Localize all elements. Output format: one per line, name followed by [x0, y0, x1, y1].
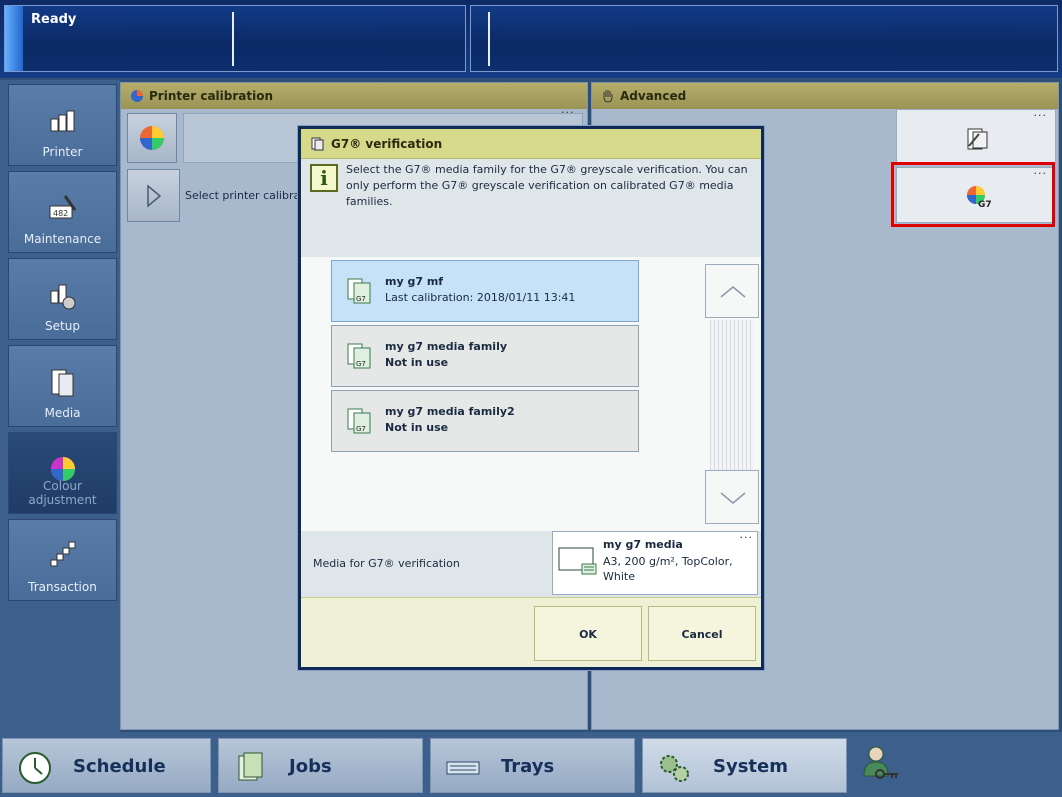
media-selector[interactable]: ... my g7 media A3, 200 g/m², TopColor, … — [552, 528, 758, 595]
g7-verification-dialog: G7® verification i Select the G7® media … — [298, 126, 764, 670]
tab-system[interactable]: System — [642, 738, 847, 793]
trays-icon — [446, 761, 480, 775]
select-calibration-text: Select printer calibratio — [185, 189, 315, 202]
more-options-dots[interactable]: ... — [1034, 106, 1048, 119]
nav-transaction-label: Transaction — [28, 580, 97, 594]
tab-system-label: System — [713, 756, 788, 777]
cancel-button[interactable]: Cancel — [648, 606, 756, 661]
info-icon: i — [310, 164, 338, 192]
nav-setup-label: Setup — [45, 319, 80, 333]
media-detail: A3, 200 g/m², TopColor, White — [603, 555, 733, 583]
media-family-icon — [311, 137, 324, 151]
svg-text:G7: G7 — [356, 360, 366, 368]
tab-schedule[interactable]: Schedule — [2, 738, 211, 793]
nav-printer[interactable]: Printer — [8, 84, 117, 166]
setup-icon — [50, 284, 76, 310]
transaction-icon — [50, 541, 76, 567]
status-text: Ready — [31, 12, 77, 27]
media-label: Media for G7® verification — [313, 557, 460, 570]
g7-media-family-icon: G7 — [347, 343, 371, 369]
user-key-button[interactable] — [862, 744, 902, 784]
advanced-header: Advanced — [592, 83, 1058, 109]
colour-wheel-icon — [140, 126, 164, 150]
tab-trays-label: Trays — [501, 756, 555, 777]
g7-media-family-icon: G7 — [347, 408, 371, 434]
tab-trays[interactable]: Trays — [430, 738, 635, 793]
g7-media-family-icon: G7 — [347, 278, 371, 304]
colour-wheel-icon — [131, 90, 143, 102]
media-sheet-icon — [558, 547, 597, 575]
list-item[interactable]: G7 my g7 media family Not in use — [331, 325, 639, 387]
nav-colour-adjustment[interactable]: Colour adjustment — [8, 432, 117, 514]
nav-maintenance[interactable]: 482 Maintenance — [8, 171, 117, 253]
printer-icon — [50, 110, 75, 132]
nav-transaction[interactable]: Transaction — [8, 519, 117, 601]
status-separator — [232, 12, 234, 66]
status-accent — [5, 6, 23, 71]
svg-text:G7: G7 — [356, 295, 366, 303]
nav-setup[interactable]: Setup — [8, 258, 117, 340]
scroll-up-button[interactable] — [705, 264, 759, 318]
tab-jobs-label: Jobs — [289, 756, 332, 777]
edit-profile-button[interactable]: ... — [896, 106, 1056, 165]
svg-text:482: 482 — [53, 209, 68, 218]
item-name: my g7 media family2 — [385, 405, 515, 418]
hand-icon — [603, 90, 613, 103]
jobs-icon — [238, 752, 263, 781]
info-text: Select the G7® media family for the G7® … — [346, 163, 748, 208]
item-detail: Not in use — [385, 421, 449, 434]
gears-icon — [660, 755, 689, 782]
list-item[interactable]: G7 my g7 mf Last calibration: 2018/01/11… — [331, 260, 639, 322]
dialog-title: G7® verification — [331, 137, 443, 151]
item-detail: Last calibration: 2018/01/11 13:41 — [385, 291, 576, 304]
scroll-track[interactable] — [710, 320, 754, 470]
chevron-right-icon — [147, 184, 162, 208]
chevron-down-icon — [720, 492, 746, 504]
more-options-dots[interactable]: ... — [740, 528, 754, 541]
printer-calibration-title: Printer calibration — [149, 89, 274, 103]
ok-button[interactable]: OK — [534, 606, 642, 661]
clock-icon — [19, 752, 51, 784]
message-separator — [488, 12, 490, 66]
user-key-icon — [863, 746, 898, 779]
nav-media[interactable]: Media — [8, 345, 117, 427]
list-scrollbar[interactable] — [705, 264, 759, 526]
nav-printer-label: Printer — [42, 145, 83, 159]
item-detail: Not in use — [385, 356, 449, 369]
chevron-up-icon — [720, 286, 746, 298]
printer-calibration-header: Printer calibration — [121, 83, 587, 109]
message-panel — [470, 5, 1058, 72]
scroll-down-button[interactable] — [705, 470, 759, 524]
calibration-button[interactable] — [127, 113, 177, 163]
nav-maintenance-label: Maintenance — [23, 232, 102, 246]
list-item[interactable]: G7 my g7 media family2 Not in use — [331, 390, 639, 452]
tab-schedule-label: Schedule — [73, 756, 166, 777]
status-panel: Ready — [4, 5, 466, 72]
dialog-header: G7® verification — [301, 129, 761, 159]
expand-button[interactable] — [127, 169, 180, 222]
svg-text:G7: G7 — [356, 425, 366, 433]
tab-jobs[interactable]: Jobs — [218, 738, 423, 793]
highlight-box — [891, 162, 1055, 227]
maintenance-icon: 482 — [49, 195, 77, 219]
media-icon — [51, 369, 74, 397]
nav-media-label: Media — [44, 406, 81, 420]
advanced-title: Advanced — [620, 89, 687, 103]
item-name: my g7 media family — [385, 340, 508, 353]
item-name: my g7 mf — [385, 275, 444, 288]
media-name: my g7 media — [603, 538, 683, 551]
edit-document-icon — [967, 128, 988, 150]
nav-colour-adjustment-label: Colour adjustment — [28, 479, 97, 507]
